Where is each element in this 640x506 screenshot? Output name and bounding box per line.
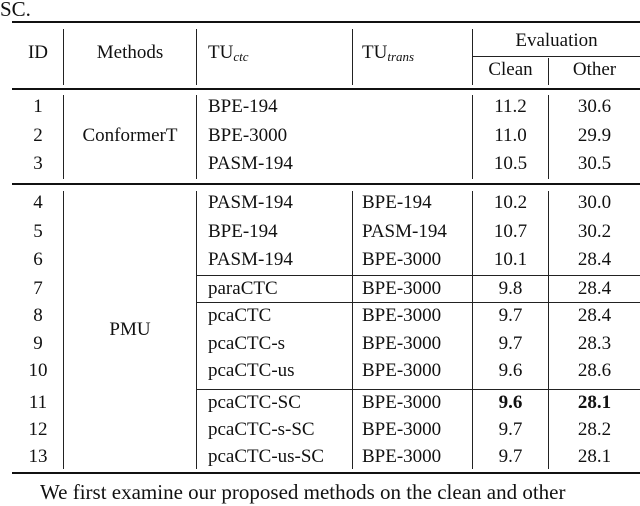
cell-tu-trans: BPE-194: [362, 192, 432, 213]
cell-tu-ctc: pcaCTC-s-SC: [208, 419, 315, 440]
col-divider-methods: [196, 95, 197, 179]
top-rule: [12, 21, 640, 23]
cell-other: 28.4: [577, 305, 612, 326]
cell-tu-trans: BPE-3000: [362, 278, 442, 299]
cell-tu-trans: BPE-3000: [362, 305, 442, 326]
group-rule: [12, 183, 640, 185]
cell-tu-ctc: pcaCTC-us: [208, 360, 295, 381]
header-tu-ctc: TUctc: [208, 42, 249, 64]
cell-clean: 9.6: [498, 392, 523, 413]
header-rule: [12, 88, 640, 90]
cell-tu-trans: PASM-194: [362, 221, 447, 242]
cell-other: 30.2: [577, 221, 612, 242]
cell-clean: 10.5: [493, 153, 528, 174]
cell-id: 11: [28, 392, 48, 413]
col-divider-methods: [196, 191, 197, 469]
cell-clean: 10.7: [493, 221, 528, 242]
cell-tu-ctc: PASM-194: [208, 153, 293, 174]
cell-tu-ctc: PASM-194: [208, 249, 293, 270]
cell-tu-ctc: paraCTC: [208, 278, 278, 299]
body-paragraph: We first examine our proposed methods on…: [40, 480, 566, 504]
col-divider-methods: [196, 29, 197, 85]
cell-other: 28.6: [577, 360, 612, 381]
cell-tu-ctc: pcaCTC: [208, 305, 272, 326]
cell-tu-trans: BPE-3000: [362, 360, 442, 381]
cell-tu-trans: BPE-3000: [362, 249, 442, 270]
cell-clean: 10.1: [493, 249, 528, 270]
cell-id: 3: [33, 153, 43, 174]
cell-tu-trans: BPE-3000: [362, 419, 442, 440]
cell-other: 30.5: [577, 153, 612, 174]
header-methods: Methods: [96, 42, 164, 63]
cell-clean: 10.2: [493, 192, 528, 213]
row7-rule: [197, 275, 640, 276]
cell-other: 28.4: [577, 249, 612, 270]
row8-rule: [197, 302, 640, 303]
caption-tail: SC.: [0, 0, 31, 21]
cell-clean: 9.8: [498, 278, 523, 299]
cell-id: 5: [33, 221, 43, 242]
header-evaluation: Evaluation: [515, 30, 598, 51]
cell-id: 7: [33, 278, 43, 299]
cell-clean: 11.2: [494, 96, 527, 117]
cell-tu-trans: BPE-3000: [362, 333, 442, 354]
header-clean: Clean: [488, 59, 533, 80]
cell-id: 1: [33, 96, 43, 117]
cell-id: 9: [33, 333, 43, 354]
cell-id: 12: [28, 419, 48, 440]
cell-other: 30.0: [577, 192, 612, 213]
cell-clean: 9.7: [498, 419, 523, 440]
header-tu-trans: TUtrans: [362, 42, 415, 64]
cell-other: 28.2: [577, 419, 612, 440]
cell-tu-ctc: PASM-194: [208, 192, 293, 213]
cell-tu-ctc: pcaCTC-SC: [208, 392, 301, 413]
cell-clean: 9.6: [498, 360, 523, 381]
cell-id: 10: [28, 360, 48, 381]
cell-id: 6: [33, 249, 43, 270]
col-divider-ctc: [352, 29, 353, 85]
cell-tu-trans: BPE-3000: [362, 446, 442, 467]
cell-other: 30.6: [577, 96, 612, 117]
cell-id: 4: [33, 192, 43, 213]
cell-other: 29.9: [577, 125, 612, 146]
cell-tu-ctc: BPE-194: [208, 221, 278, 242]
cell-clean: 9.7: [498, 305, 523, 326]
row11-rule: [197, 389, 640, 390]
cell-other: 28.1: [577, 392, 612, 413]
cell-tu-ctc: pcaCTC-s: [208, 333, 286, 354]
cell-tu-trans: BPE-3000: [362, 392, 442, 413]
group-method-conformert: ConformerT: [82, 125, 178, 146]
cell-tu-ctc: BPE-3000: [208, 125, 288, 146]
bottom-rule: [12, 472, 640, 474]
cell-other: 28.3: [577, 333, 612, 354]
cell-clean: 11.0: [494, 125, 527, 146]
cell-other: 28.4: [577, 278, 612, 299]
cell-id: 13: [28, 446, 48, 467]
col-divider-ctc: [352, 191, 353, 469]
cell-clean: 9.7: [498, 333, 523, 354]
cell-id: 2: [33, 125, 43, 146]
cell-tu-ctc: pcaCTC-us-SC: [208, 446, 325, 467]
evaluation-underline: [473, 56, 640, 57]
group-method-pmu: PMU: [109, 319, 151, 340]
cell-tu-ctc: BPE-194: [208, 96, 278, 117]
header-id: ID: [27, 42, 49, 63]
cell-other: 28.1: [577, 446, 612, 467]
header-other: Other: [572, 59, 617, 80]
cell-clean: 9.7: [498, 446, 523, 467]
cell-id: 8: [33, 305, 43, 326]
